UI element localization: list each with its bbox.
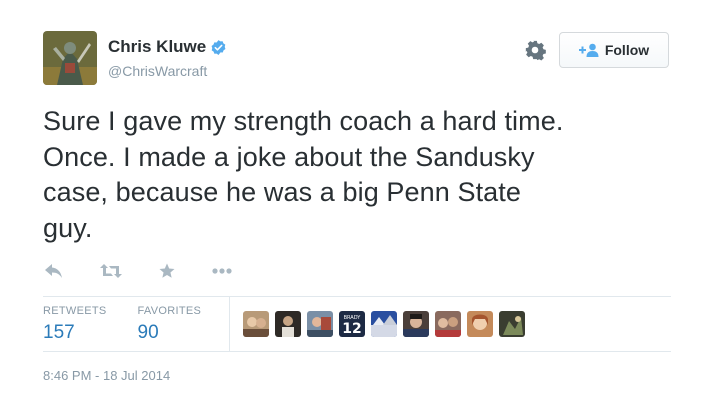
favorites-label: FAVORITES — [137, 305, 202, 317]
retweets-count: 157 — [43, 322, 75, 343]
more-icon[interactable] — [211, 267, 233, 275]
tweet-actions — [44, 262, 268, 280]
favoriter-avatars: BRADY 12 — [243, 311, 531, 337]
author-handle[interactable]: @ChrisWarcraft — [108, 63, 207, 79]
favoriter-avatar[interactable]: BRADY 12 — [339, 311, 365, 337]
favoriter-avatar[interactable] — [243, 311, 269, 337]
favoriter-avatar[interactable] — [499, 311, 525, 337]
tweet-text: Sure I gave my strength coach a hard tim… — [43, 104, 683, 246]
gear-icon[interactable] — [524, 39, 546, 61]
favorites-stat[interactable]: FAVORITES 90 — [138, 297, 202, 351]
favoriter-avatar[interactable] — [275, 311, 301, 337]
author-name-row[interactable]: Chris Kluwe — [108, 37, 226, 57]
retweet-icon[interactable] — [99, 263, 123, 279]
verified-badge-icon — [210, 39, 226, 55]
tweet-line: Once. I made a joke about the Sandusky — [43, 141, 535, 172]
tweet-line: case, because he was a big Penn State — [43, 177, 522, 207]
favoriter-avatar[interactable] — [307, 311, 333, 337]
tweet-timestamp[interactable]: 8:46 PM - 18 Jul 2014 — [43, 368, 170, 383]
retweets-stat[interactable]: RETWEETS 157 — [43, 297, 107, 351]
tweet-line: Sure I gave my strength coach a hard tim… — [43, 106, 564, 136]
reply-icon[interactable] — [44, 263, 64, 279]
favoriter-avatar[interactable] — [403, 311, 429, 337]
author-avatar[interactable] — [43, 31, 97, 85]
follow-person-icon — [578, 43, 599, 57]
author-name[interactable]: Chris Kluwe — [108, 37, 206, 57]
stats-bottom-divider — [43, 351, 671, 352]
favorites-count: 90 — [137, 322, 159, 343]
tweet-line: guy. — [43, 212, 93, 243]
follow-label: Follow — [604, 42, 650, 58]
jersey-number: 12 — [342, 321, 361, 337]
follow-button[interactable]: Follow — [559, 32, 669, 68]
favorite-icon[interactable] — [158, 262, 176, 280]
favoriter-avatar[interactable] — [371, 311, 397, 337]
favoriter-avatar[interactable] — [467, 311, 493, 337]
tweet-stats: RETWEETS 157 FAVORITES 90 — [43, 297, 232, 351]
retweets-label: RETWEETS — [43, 305, 107, 317]
favoriter-avatar[interactable] — [435, 311, 461, 337]
